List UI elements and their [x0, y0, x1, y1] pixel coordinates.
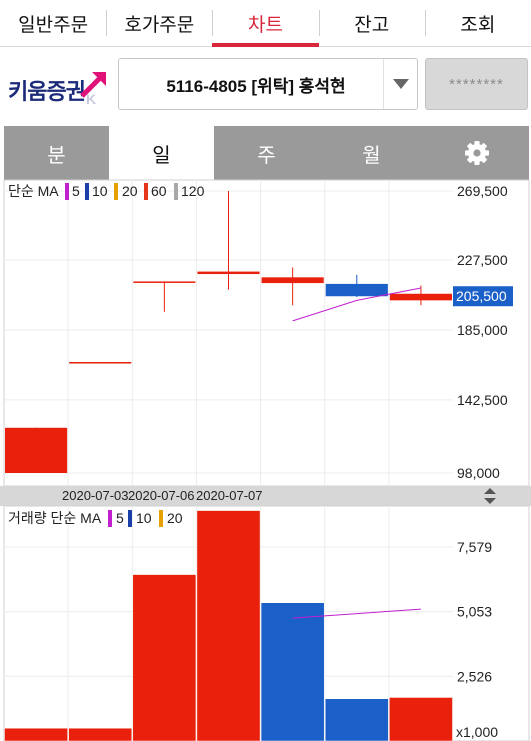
legend-swatch-ma20 — [114, 183, 118, 200]
candle-body — [197, 271, 260, 275]
candle-body — [5, 427, 68, 473]
candle-body — [69, 362, 132, 364]
price-tick-label: 142,500 — [457, 392, 508, 408]
volume-bar — [389, 697, 453, 741]
volume-unit-label: x1,000 — [456, 724, 498, 740]
legend-swatch-ma10 — [85, 183, 89, 200]
candle-body — [389, 293, 452, 301]
volume-bar — [324, 698, 389, 741]
volume-bar — [4, 727, 68, 741]
candle-body — [261, 277, 324, 284]
chart-canvas[interactable]: 269,500 227,500 185,000 142,500 98,000 205,50… — [0, 0, 531, 741]
candle-body — [325, 283, 388, 297]
legend-ma120: 120 — [181, 183, 205, 199]
vol-legend-swatch-ma5 — [108, 510, 112, 527]
price-tick-label: 227,500 — [457, 252, 508, 268]
legend-ma5: 5 — [72, 183, 80, 199]
candle-body — [133, 281, 196, 283]
volume-bar — [68, 727, 133, 741]
vol-legend-ma10: 10 — [136, 510, 152, 526]
vol-legend-ma5: 5 — [116, 510, 124, 526]
legend-swatch-ma60 — [144, 183, 148, 200]
date-label: 2020-07-07 — [196, 488, 263, 503]
vol-legend-ma20: 20 — [167, 510, 183, 526]
price-legend-title: 단순 MA — [8, 183, 59, 199]
price-tick-label: 98,000 — [457, 465, 500, 481]
price-tick-label: 185,000 — [457, 322, 508, 338]
volume-tick-label: 5,053 — [457, 604, 492, 620]
volume-tick-label: 7,579 — [457, 539, 492, 555]
date-label: 2020-07-06 — [128, 488, 195, 503]
volume-bar — [196, 510, 261, 741]
legend-ma20: 20 — [122, 183, 138, 199]
date-label: 2020-07-03 — [62, 488, 129, 503]
legend-swatch-ma5 — [65, 183, 69, 200]
current-price-label: 205,500 — [456, 288, 507, 304]
volume-legend-title: 거래량 단순 MA — [8, 510, 102, 526]
price-legend: 단순 MA 5 10 20 60 120 — [8, 183, 205, 200]
legend-ma60: 60 — [151, 183, 167, 199]
price-tick-label: 269,500 — [457, 183, 508, 199]
legend-ma10: 10 — [92, 183, 108, 199]
volume-bar — [132, 574, 197, 741]
vol-legend-swatch-ma20 — [159, 510, 163, 527]
volume-bar — [260, 602, 325, 741]
vol-legend-swatch-ma10 — [128, 510, 132, 527]
volume-tick-label: 2,526 — [457, 668, 492, 684]
legend-swatch-ma120 — [174, 183, 178, 200]
